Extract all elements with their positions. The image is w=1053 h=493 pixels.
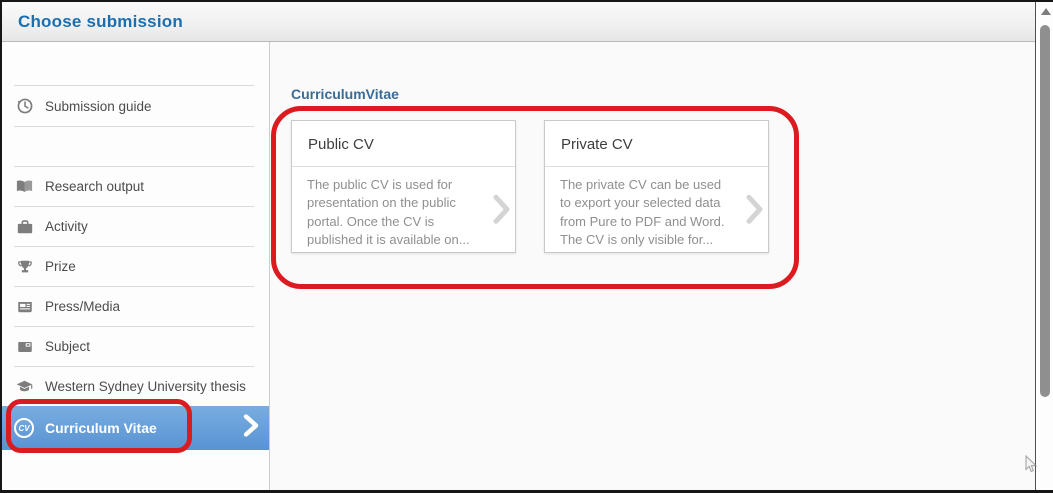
dialog-titlebar: Choose submission [2, 2, 1035, 42]
sidebar-item-label: Subject [45, 339, 91, 354]
graduation-cap-icon [15, 377, 34, 396]
history-clock-icon [15, 97, 34, 116]
section-title: CurriculumVitae [291, 86, 399, 102]
chevron-right-icon [243, 414, 259, 442]
card-description: The private CV can be used to export you… [560, 177, 725, 248]
sidebar-item-label: Research output [45, 179, 145, 194]
chevron-right-icon [493, 195, 510, 230]
sidebar-item-research-output[interactable]: Research output [2, 167, 269, 206]
chevron-right-icon [746, 195, 763, 230]
public-cv-card[interactable]: Public CV The public CV is used for pres… [291, 120, 516, 253]
card-title: Public CV [292, 121, 515, 167]
submission-choices-panel: CurriculumVitae Public CV The public CV … [270, 42, 1035, 490]
open-book-icon [15, 177, 34, 196]
scroll-up-arrow-icon[interactable] [1041, 8, 1051, 15]
vertical-scrollbar[interactable] [1039, 2, 1053, 490]
sidebar-item-label: Press/Media [45, 299, 121, 314]
sidebar-item-label: Curriculum Vitae [45, 420, 157, 436]
sidebar-item-activity[interactable]: Activity [2, 207, 269, 246]
card-title: Private CV [545, 121, 768, 167]
sidebar-item-label: Submission guide [45, 98, 152, 114]
mouse-cursor-icon [1024, 454, 1039, 479]
trophy-icon [15, 257, 34, 276]
sidebar-item-subject[interactable]: Subject [2, 327, 269, 366]
briefcase-icon [15, 217, 34, 236]
sidebar-item-label: Activity [45, 219, 88, 234]
newspaper-icon [15, 297, 34, 316]
sidebar-item-submission-guide[interactable]: Submission guide [2, 86, 269, 126]
dialog-window: Choose submission Submission guide Resea… [2, 2, 1036, 490]
sidebar-item-wsu-thesis[interactable]: Western Sydney University thesis [2, 367, 269, 406]
card-description: The public CV is used for presentation o… [307, 177, 470, 248]
sidebar-item-label: Prize [45, 259, 76, 274]
submission-type-sidebar: Submission guide Research output Activit… [2, 42, 270, 490]
private-cv-card[interactable]: Private CV The private CV can be used to… [544, 120, 769, 253]
cv-badge-icon: CV [14, 418, 34, 438]
choose-submission-dialog: Choose submission Submission guide Resea… [0, 0, 1053, 493]
image-icon [15, 337, 34, 356]
sidebar-item-prize[interactable]: Prize [2, 247, 269, 286]
dialog-title: Choose submission [18, 11, 183, 31]
sidebar-item-curriculum-vitae[interactable]: CV Curriculum Vitae [2, 406, 269, 450]
scrollbar-thumb[interactable] [1040, 25, 1050, 397]
sidebar-item-press-media[interactable]: Press/Media [2, 287, 269, 326]
sidebar-item-label: Western Sydney University thesis [45, 379, 246, 394]
